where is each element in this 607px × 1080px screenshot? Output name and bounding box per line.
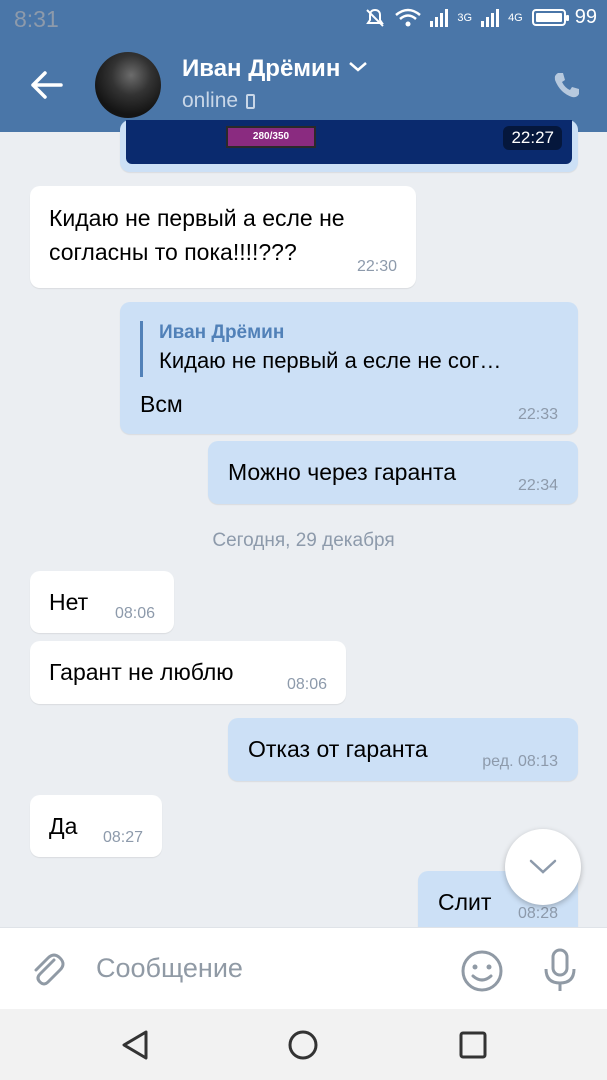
nav-recents-icon[interactable]: [458, 1030, 488, 1060]
reply-author: Иван Дрёмин: [159, 322, 285, 343]
phone-icon[interactable]: [552, 70, 582, 100]
message-outgoing-edited[interactable]: Отказ от гаранта ред. 08:13: [228, 718, 578, 781]
message-text: Можно через гаранта: [228, 459, 457, 485]
contact-name[interactable]: Иван Дрёмин: [182, 55, 368, 83]
nav-back-icon[interactable]: [120, 1029, 150, 1061]
status-bar: 8:31 3G 4G 99: [0, 0, 607, 38]
message-text: Слит: [438, 889, 492, 915]
message-text: Всм: [140, 391, 183, 417]
image-preview[interactable]: 280/350 22:27: [126, 120, 572, 164]
message-incoming[interactable]: Да 08:27: [30, 795, 162, 857]
message-incoming[interactable]: Кидаю не первый а есле не согласны то по…: [30, 186, 416, 288]
message-time: 08:27: [102, 829, 143, 846]
chevron-down-icon: [349, 62, 368, 72]
battery-icon: [531, 9, 569, 26]
mute-icon: [366, 8, 385, 27]
system-nav-bar: [0, 1009, 607, 1080]
message-outgoing[interactable]: Можно через гаранта 22:34: [208, 441, 578, 504]
message-time: ред. 08:13: [482, 753, 558, 770]
message-time: 22:34: [517, 477, 558, 494]
image-time-badge: 22:27: [503, 126, 562, 150]
network-4g-label: 4G: [508, 11, 523, 24]
message-outgoing-reply[interactable]: Иван Дрёмин Кидаю не первый а есле не со…: [120, 302, 578, 434]
avatar[interactable]: [95, 52, 161, 118]
image-preview-badge: 280/350: [226, 126, 316, 148]
emoji-icon[interactable]: [460, 949, 504, 993]
message-incoming[interactable]: Гарант не люблю 08:06: [30, 641, 346, 704]
status-icons: 3G 4G 99: [364, 6, 597, 29]
reply-quote[interactable]: Иван Дрёмин Кидаю не первый а есле не со…: [140, 321, 543, 377]
chevron-down-icon: [529, 859, 557, 874]
nav-home-icon[interactable]: [287, 1029, 319, 1061]
message-text: Нет: [49, 589, 89, 615]
microphone-icon[interactable]: [541, 947, 579, 993]
message-text: Отказ от гаранта: [248, 736, 428, 762]
message-text: Да: [49, 813, 78, 839]
scroll-down-button[interactable]: [505, 829, 581, 905]
message-incoming[interactable]: Нет 08:06: [30, 571, 174, 633]
contact-status: online: [182, 89, 256, 113]
message-input[interactable]: Сообщение: [96, 953, 243, 984]
message-text: Гарант не люблю: [49, 659, 234, 685]
date-separator: Сегодня, 29 декабря: [212, 530, 395, 551]
message-text-line-1: Кидаю не первый а есле не: [49, 205, 345, 231]
message-time: 22:30: [356, 258, 397, 275]
message-time: 08:06: [286, 676, 327, 693]
signal-icon: [430, 8, 449, 27]
message-time: 08:28: [517, 905, 558, 922]
paperclip-icon[interactable]: [28, 950, 68, 990]
signal-icon-2: [481, 8, 500, 27]
message-time: 22:33: [517, 406, 558, 423]
chat-header: Иван Дрёмин online: [0, 38, 607, 132]
wifi-icon: [395, 8, 422, 26]
message-time: 08:06: [114, 605, 155, 622]
message-input-bar: Сообщение: [0, 927, 607, 1010]
back-arrow-icon[interactable]: [30, 70, 64, 100]
network-3g-label: 3G: [457, 11, 473, 24]
mobile-icon: [246, 94, 256, 109]
message-text-line-2: согласны то пока!!!!???: [49, 239, 297, 265]
message-image[interactable]: 280/350 22:27: [120, 120, 578, 172]
reply-text: Кидаю не первый а есле не сог…: [159, 348, 502, 373]
status-time: 8:31: [14, 6, 59, 32]
battery-level: 99: [574, 6, 597, 28]
